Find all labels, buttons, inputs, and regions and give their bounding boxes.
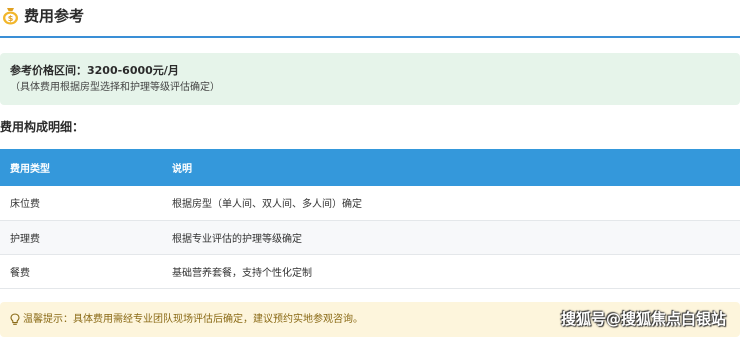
column-header-type: 费用类型 [0, 149, 172, 186]
fee-desc-cell: 根据房型（单人间、双人间、多人间）确定 [172, 186, 740, 221]
table-header-row: 费用类型 说明 [0, 149, 740, 186]
price-range-box: 参考价格区间：3200-6000元/月 （具体费用根据房型选择和护理等级评估确定… [0, 53, 740, 105]
breakdown-heading: 费用构成明细： [0, 120, 85, 134]
column-header-desc: 说明 [172, 149, 740, 186]
fee-desc-cell: 根据专业评估的护理等级确定 [172, 220, 740, 255]
tip-text: 温馨提示：具体费用需经专业团队现场评估后确定，建议预约实地参观咨询。 [23, 314, 363, 325]
watermark: 搜狐号@搜狐焦点白银站 [560, 310, 726, 328]
table-row: 餐费 基础营养套餐，支持个性化定制 [0, 254, 740, 289]
svg-text:$: $ [8, 14, 14, 23]
fee-desc-cell: 基础营养套餐，支持个性化定制 [172, 254, 740, 289]
price-range-note: （具体费用根据房型选择和护理等级评估确定） [10, 82, 220, 93]
section-title: 费用参考 [24, 7, 85, 25]
price-range-text: 参考价格区间：3200-6000元/月 [10, 64, 179, 77]
table-row: 护理费 根据专业评估的护理等级确定 [0, 220, 740, 255]
fee-type-cell: 餐费 [0, 254, 172, 289]
money-bag-icon: $ [3, 8, 18, 25]
tip-box: 温馨提示：具体费用需经专业团队现场评估后确定，建议预约实地参观咨询。 搜狐号@搜… [0, 302, 740, 337]
section-header: $ 费用参考 [0, 0, 740, 38]
fee-type-cell: 护理费 [0, 220, 172, 255]
fee-breakdown-table: 费用类型 说明 床位费 根据房型（单人间、双人间、多人间）确定 护理费 根据专业… [0, 149, 740, 289]
fee-type-cell: 床位费 [0, 186, 172, 221]
lightbulb-icon [10, 313, 20, 325]
table-row: 床位费 根据房型（单人间、双人间、多人间）确定 [0, 186, 740, 221]
